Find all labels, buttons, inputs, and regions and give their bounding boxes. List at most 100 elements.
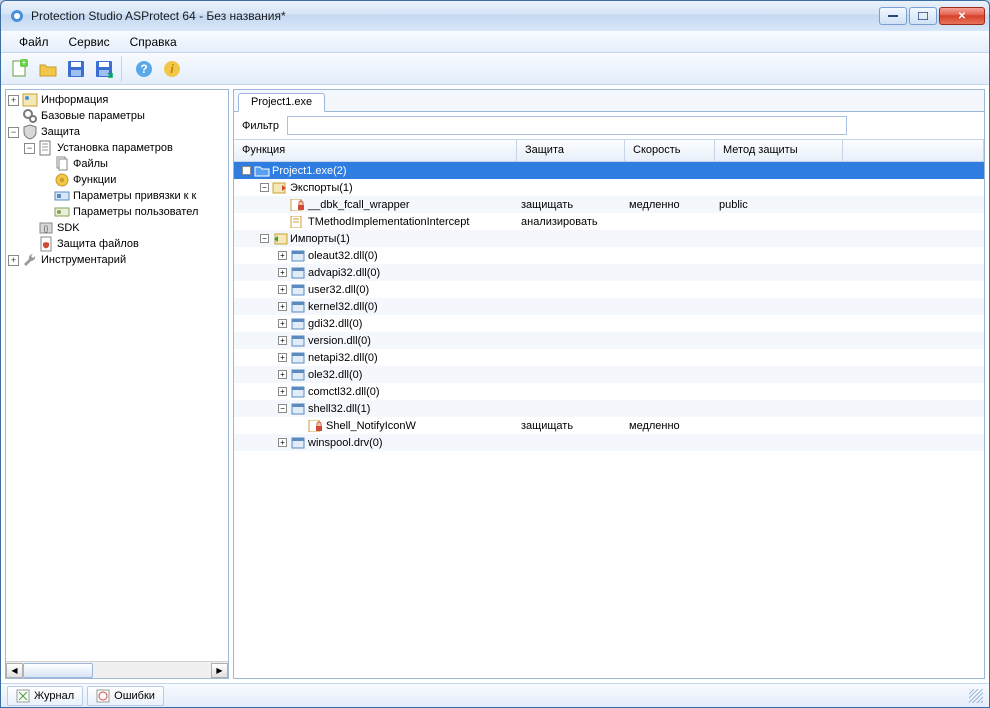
row-label: ole32.dll(0) — [308, 369, 362, 381]
sidebar-item[interactable]: Защита файлов — [24, 236, 226, 252]
row-expander-icon[interactable]: + — [278, 438, 287, 447]
grid-row[interactable]: −Project1.exe(2) — [234, 162, 984, 179]
row-label: user32.dll(0) — [308, 284, 369, 296]
grid-row[interactable]: + user32.dll(0) — [234, 281, 984, 298]
export-icon — [272, 181, 288, 195]
tree-expander-icon[interactable]: + — [8, 255, 19, 266]
row-label: TMethodImplementationIntercept — [308, 216, 469, 228]
status-errors-button[interactable]: Ошибки — [87, 686, 164, 706]
tree-expander-icon[interactable]: + — [8, 95, 19, 106]
grid-row[interactable]: +winspool.drv(0) — [234, 434, 984, 451]
menu-file[interactable]: Файл — [11, 33, 57, 51]
sidebar-item[interactable]: {}SDK — [24, 220, 226, 236]
row-label: kernel32.dll(0) — [308, 301, 378, 313]
minimize-button[interactable] — [879, 7, 907, 25]
grid-row[interactable]: +oleaut32.dll(0) — [234, 247, 984, 264]
grid-row[interactable]: + ole32.dll(0) — [234, 366, 984, 383]
toolbar-save-button[interactable] — [63, 56, 89, 82]
row-expander-icon[interactable]: + — [278, 251, 287, 260]
row-expander-icon[interactable]: + — [278, 353, 287, 362]
sidebar-item[interactable]: Функции — [40, 172, 226, 188]
grid-body[interactable]: −Project1.exe(2)−Экспорты(1)__dbk_fcall_… — [234, 162, 984, 678]
protfile-icon — [38, 236, 54, 252]
tree-expander-icon[interactable]: − — [8, 127, 19, 138]
scroll-left-icon[interactable]: ◀ — [6, 663, 23, 678]
grid-row[interactable]: −Импорты(1) — [234, 230, 984, 247]
sidebar-item-label: Файлы — [73, 158, 108, 170]
user-icon — [54, 204, 70, 220]
content-panel: Project1.exe Фильтр Функция Защита Скоро… — [233, 89, 985, 679]
sidebar-item-label: Установка параметров — [57, 142, 173, 154]
grid-row[interactable]: TMethodImplementationInterceptанализиров… — [234, 213, 984, 230]
toolbar-open-button[interactable] — [35, 56, 61, 82]
row-label: netapi32.dll(0) — [308, 352, 378, 364]
grid-row[interactable]: −shell32.dll(1) — [234, 400, 984, 417]
row-label: gdi32.dll(0) — [308, 318, 362, 330]
row-expander-icon[interactable]: − — [278, 404, 287, 413]
grid-row[interactable]: +comctl32.dll(0) — [234, 383, 984, 400]
svg-text:?: ? — [140, 62, 147, 76]
row-expander-icon[interactable]: + — [278, 336, 287, 345]
dll-icon — [290, 300, 306, 314]
row-expander-icon[interactable]: − — [242, 166, 251, 175]
row-expander-icon[interactable]: − — [260, 183, 269, 192]
window-title: Protection Studio ASProtect 64 - Без наз… — [31, 9, 879, 23]
menu-help[interactable]: Справка — [122, 33, 185, 51]
grid-row[interactable]: __dbk_fcall_wrapperзащищатьмедленноpubli… — [234, 196, 984, 213]
menu-service[interactable]: Сервис — [61, 33, 118, 51]
toolbar-help-button[interactable]: ? — [131, 56, 157, 82]
row-label: Shell_NotifyIconW — [326, 420, 416, 432]
grid-row[interactable]: + kernel32.dll(0) — [234, 298, 984, 315]
close-button[interactable]: ✕ — [939, 7, 985, 25]
resize-grip-icon[interactable] — [969, 689, 983, 703]
col-method[interactable]: Метод защиты — [715, 140, 843, 161]
tab-project[interactable]: Project1.exe — [238, 93, 325, 112]
sidebar-item-label: Функции — [73, 174, 116, 186]
row-expander-icon[interactable]: − — [260, 234, 269, 243]
sidebar-item[interactable]: +Информация — [8, 92, 226, 108]
col-protection[interactable]: Защита — [517, 140, 625, 161]
scroll-right-icon[interactable]: ▶ — [211, 663, 228, 678]
sidebar-item-label: Инструментарий — [41, 254, 126, 266]
sidebar-item[interactable]: Базовые параметры — [8, 108, 226, 124]
scroll-thumb[interactable] — [23, 663, 93, 678]
toolbar-new-button[interactable]: + — [7, 56, 33, 82]
titlebar: Protection Studio ASProtect 64 - Без наз… — [1, 1, 989, 31]
errors-icon — [96, 689, 110, 703]
toolbar-about-button[interactable]: i — [159, 56, 185, 82]
toolbar-separator — [121, 56, 127, 82]
grid-row[interactable]: Shell_NotifyIconWзащищатьмедленно — [234, 417, 984, 434]
sidebar-item[interactable]: Параметры привязки к к — [40, 188, 226, 204]
dll-icon — [290, 385, 306, 399]
nav-tree[interactable]: +ИнформацияБазовые параметры−Защита−Уста… — [6, 90, 228, 661]
maximize-button[interactable] — [909, 7, 937, 25]
menubar: Файл Сервис Справка — [1, 31, 989, 53]
row-expander-icon[interactable]: + — [278, 370, 287, 379]
status-journal-button[interactable]: Журнал — [7, 686, 83, 706]
sidebar-item-label: SDK — [57, 222, 80, 234]
status-journal-label: Журнал — [34, 690, 74, 702]
grid-row[interactable]: +advapi32.dll(0) — [234, 264, 984, 281]
toolbar-saveas-button[interactable] — [91, 56, 117, 82]
tree-expander-icon[interactable]: − — [24, 143, 35, 154]
row-expander-icon[interactable]: + — [278, 302, 287, 311]
row-expander-icon[interactable]: + — [278, 387, 287, 396]
sidebar-item[interactable]: + Инструментарий — [8, 252, 226, 268]
grid-row[interactable]: + netapi32.dll(0) — [234, 349, 984, 366]
filter-input[interactable] — [287, 116, 847, 135]
grid-row[interactable]: +version.dll(0) — [234, 332, 984, 349]
sidebar-hscrollbar[interactable]: ◀ ▶ — [6, 661, 228, 678]
grid-row[interactable]: + gdi32.dll(0) — [234, 315, 984, 332]
row-label: __dbk_fcall_wrapper — [308, 199, 410, 211]
sidebar-item[interactable]: − Установка параметров — [24, 140, 226, 156]
sidebar-item[interactable]: −Защита — [8, 124, 226, 140]
row-expander-icon[interactable]: + — [278, 268, 287, 277]
grid-row[interactable]: −Экспорты(1) — [234, 179, 984, 196]
row-expander-icon[interactable]: + — [278, 319, 287, 328]
sidebar-item[interactable]: Параметры пользовател — [40, 204, 226, 220]
cell-protection: защищать — [517, 420, 625, 432]
sidebar-item[interactable]: Файлы — [40, 156, 226, 172]
col-function[interactable]: Функция — [234, 140, 517, 161]
row-expander-icon[interactable]: + — [278, 285, 287, 294]
col-speed[interactable]: Скорость — [625, 140, 715, 161]
